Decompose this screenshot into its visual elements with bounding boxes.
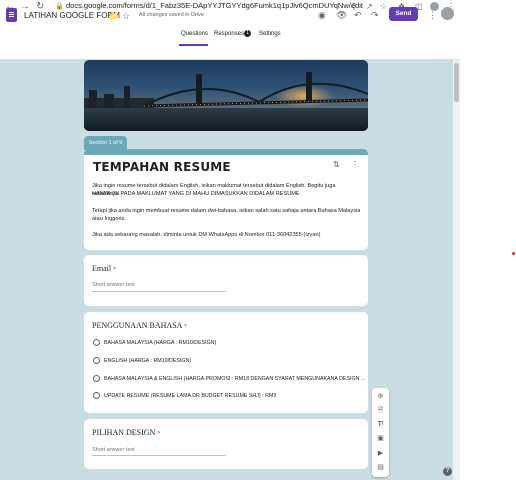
forms-logo-icon[interactable]	[6, 8, 17, 22]
section-more-icon[interactable]: ⋮	[351, 160, 359, 169]
active-tab-indicator	[179, 44, 208, 46]
option-label-3[interactable]: BAHASA MALAYSIA & ENGLISH (HARGA PROMOSI…	[104, 376, 365, 382]
answer-underline	[92, 291, 226, 292]
preview-eye-icon[interactable]: 👁	[336, 9, 347, 21]
scrollbar-thumb[interactable]	[454, 63, 459, 102]
responses-count-badge: 1	[244, 30, 251, 37]
tab-settings[interactable]: Settings	[259, 31, 281, 37]
account-avatar[interactable]	[441, 7, 454, 20]
water-reflection	[84, 108, 368, 131]
help-icon[interactable]: ?	[443, 467, 452, 476]
radio-option-2[interactable]	[93, 357, 100, 364]
short-answer-placeholder: Short answer text	[92, 447, 135, 453]
header-image[interactable]	[84, 60, 368, 131]
doc-title[interactable]: LATIHAN GOOGLE FORM	[24, 11, 120, 20]
bookmark-star-icon[interactable]: ☆	[380, 0, 387, 13]
question-title-design: PILIHAN DESIGN *	[92, 428, 161, 437]
tab-responses[interactable]: Responses	[214, 31, 244, 37]
short-answer-placeholder: Short answer text	[92, 282, 135, 288]
undo-icon[interactable]: ↶	[354, 9, 362, 21]
option-label-1[interactable]: BAHASA MALAYSIA (HARGA : RM10/DESIGN)	[104, 340, 216, 346]
cursor-dot	[512, 252, 515, 255]
add-section-icon[interactable]: ▤	[372, 463, 389, 473]
question-title-email: Email *	[92, 264, 117, 273]
page-margin	[460, 0, 516, 480]
radio-option-1[interactable]	[93, 339, 100, 346]
save-status: All changes saved in Drive	[139, 12, 204, 18]
add-image-icon[interactable]: ▣	[372, 434, 389, 444]
answer-underline	[92, 455, 226, 456]
form-title[interactable]: TEMPAHAN RESUME	[93, 160, 231, 174]
folder-icon[interactable]: 📁	[108, 10, 119, 22]
question-card-email[interactable]	[84, 255, 368, 306]
add-video-icon[interactable]: ▶	[372, 449, 389, 459]
add-question-icon[interactable]: ⊕	[372, 392, 389, 402]
question-title-language: PENGGUNAAN BAHASA *	[92, 321, 188, 330]
option-label-4[interactable]: UPDATE RESUME (RESUME LAMA DR BUDGET RES…	[104, 393, 276, 399]
question-card-design[interactable]	[84, 419, 368, 469]
option-label-2[interactable]: ENGLISH (HARGA : RM10/DESIGN)	[104, 358, 191, 364]
customize-theme-icon[interactable]: ◉	[318, 9, 326, 21]
section-label: Section 1 of 9	[84, 136, 127, 150]
more-options-icon[interactable]: ⋮	[428, 9, 437, 21]
import-questions-icon[interactable]: 🗎	[372, 406, 389, 416]
radio-option-3[interactable]	[93, 375, 100, 382]
tab-questions[interactable]: Questions	[181, 31, 208, 37]
form-description-line2: HANYA ISI PADA MAKLUMAT YANG DI MAHU DIM…	[92, 191, 300, 197]
form-description-line3: Tetapi jika anda ingin membuat resume da…	[92, 208, 361, 222]
send-button[interactable]: Send	[389, 7, 418, 21]
collapse-section-icon[interactable]: ⇅	[333, 160, 340, 169]
radio-option-4[interactable]	[93, 392, 100, 399]
form-description-line4: Jika ada sebarang masalah, diminta untuk…	[92, 232, 321, 238]
star-icon[interactable]: ☆	[122, 10, 130, 22]
redo-icon[interactable]: ↷	[371, 9, 379, 21]
scrollbar[interactable]	[453, 60, 460, 480]
add-title-icon[interactable]: Tᵗ	[372, 420, 389, 430]
